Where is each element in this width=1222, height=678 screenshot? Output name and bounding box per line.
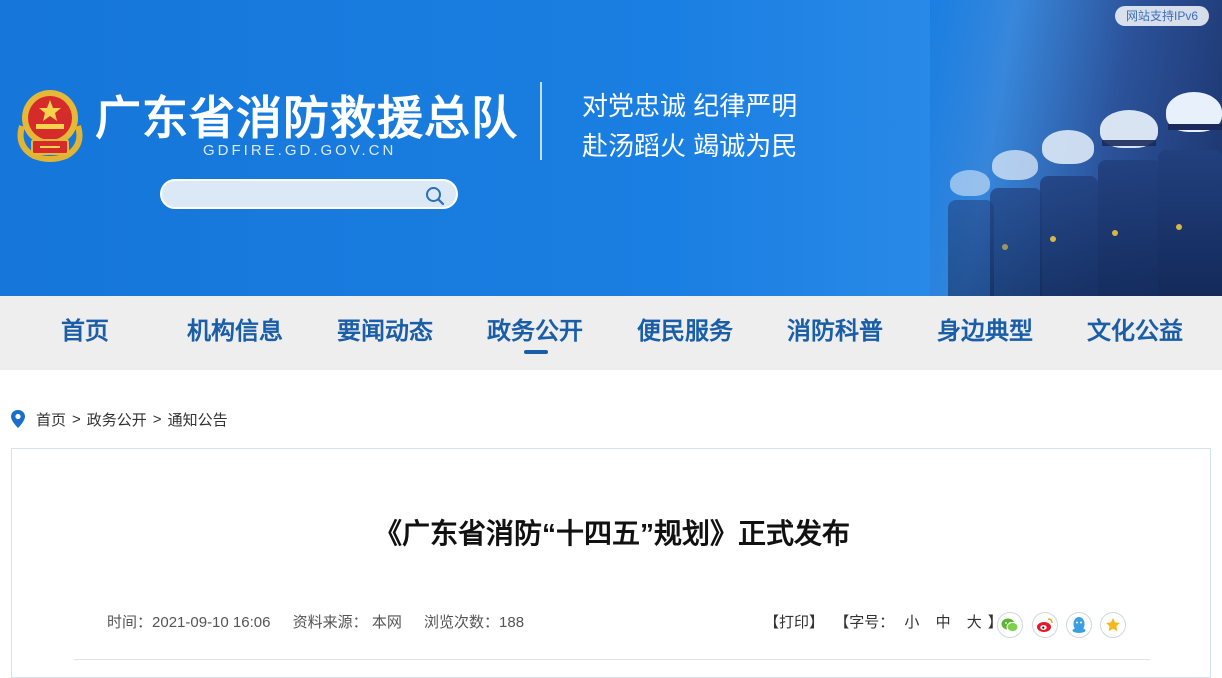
article-meta: 时间：2021-09-10 16:06 资料来源： 本网 浏览次数：188 (107, 611, 542, 632)
nav-item-fire-science[interactable]: 消防科普 (780, 296, 890, 370)
breadcrumb-separator: > (72, 410, 81, 428)
location-pin-icon (11, 410, 25, 428)
search-box (160, 179, 458, 209)
breadcrumb-government-affairs[interactable]: 政务公开 (87, 409, 147, 430)
nav-item-organization[interactable]: 机构信息 (180, 296, 290, 370)
site-title: 广东省消防救援总队 (95, 92, 518, 144)
font-size-large[interactable]: 大 (967, 614, 982, 631)
site-domain: GDFIRE.GD.GOV.CN (203, 142, 397, 159)
breadcrumb: 首页 > 政务公开 > 通知公告 (10, 408, 228, 430)
article-title: 《广东省消防“十四五”规划》正式发布 (373, 518, 850, 549)
wechat-icon[interactable] (997, 612, 1023, 638)
qq-icon[interactable] (1066, 612, 1092, 638)
view-count: 浏览次数：188 (424, 614, 525, 631)
breadcrumb-notices[interactable]: 通知公告 (168, 409, 228, 430)
article-tools: 【打印】 【字号： 小 中 大】 (764, 611, 1003, 632)
font-size-small[interactable]: 小 (904, 614, 919, 631)
article-panel: 《广东省消防“十四五”规划》正式发布 时间：2021-09-10 16:06 资… (11, 448, 1211, 678)
print-button[interactable]: 【打印】 (764, 614, 824, 631)
header-divider (540, 82, 542, 160)
weibo-icon[interactable] (1032, 612, 1058, 638)
breadcrumb-home[interactable]: 首页 (36, 409, 66, 430)
slogan-line-1: 对党忠诚 纪律严明 (582, 91, 798, 121)
nav-active-indicator (524, 350, 548, 354)
nav-item-news[interactable]: 要闻动态 (330, 296, 440, 370)
fire-rescue-emblem-icon (17, 90, 83, 162)
breadcrumb-separator: > (152, 410, 162, 428)
publish-time: 时间：2021-09-10 16:06 (107, 614, 271, 631)
nav-item-home[interactable]: 首页 (35, 296, 135, 370)
ipv6-support-badge: 网站支持IPv6 (1115, 6, 1209, 26)
header-banner: 网站支持IPv6 广东省消防救援总队 GDFIRE.GD.GOV.CN 对党忠诚… (0, 0, 1222, 296)
article-source: 资料来源： 本网 (292, 614, 402, 631)
nav-item-role-models[interactable]: 身边典型 (930, 296, 1040, 370)
banner-photo-firefighters-saluting (930, 0, 1222, 296)
search-icon[interactable] (424, 185, 446, 207)
nav-item-culture[interactable]: 文化公益 (1080, 296, 1190, 370)
meta-divider (74, 659, 1150, 660)
nav-item-services[interactable]: 便民服务 (630, 296, 740, 370)
favorite-icon[interactable] (1100, 612, 1126, 638)
main-nav: 首页 机构信息 要闻动态 政务公开 便民服务 消防科普 身边典型 文化公益 (0, 296, 1222, 370)
font-size-medium[interactable]: 中 (936, 614, 951, 631)
slogan-line-2: 赴汤蹈火 竭诚为民 (582, 131, 798, 161)
nav-item-government-affairs[interactable]: 政务公开 (480, 296, 590, 370)
font-size-label: 【字号： (834, 614, 895, 631)
search-input[interactable] (174, 184, 414, 206)
